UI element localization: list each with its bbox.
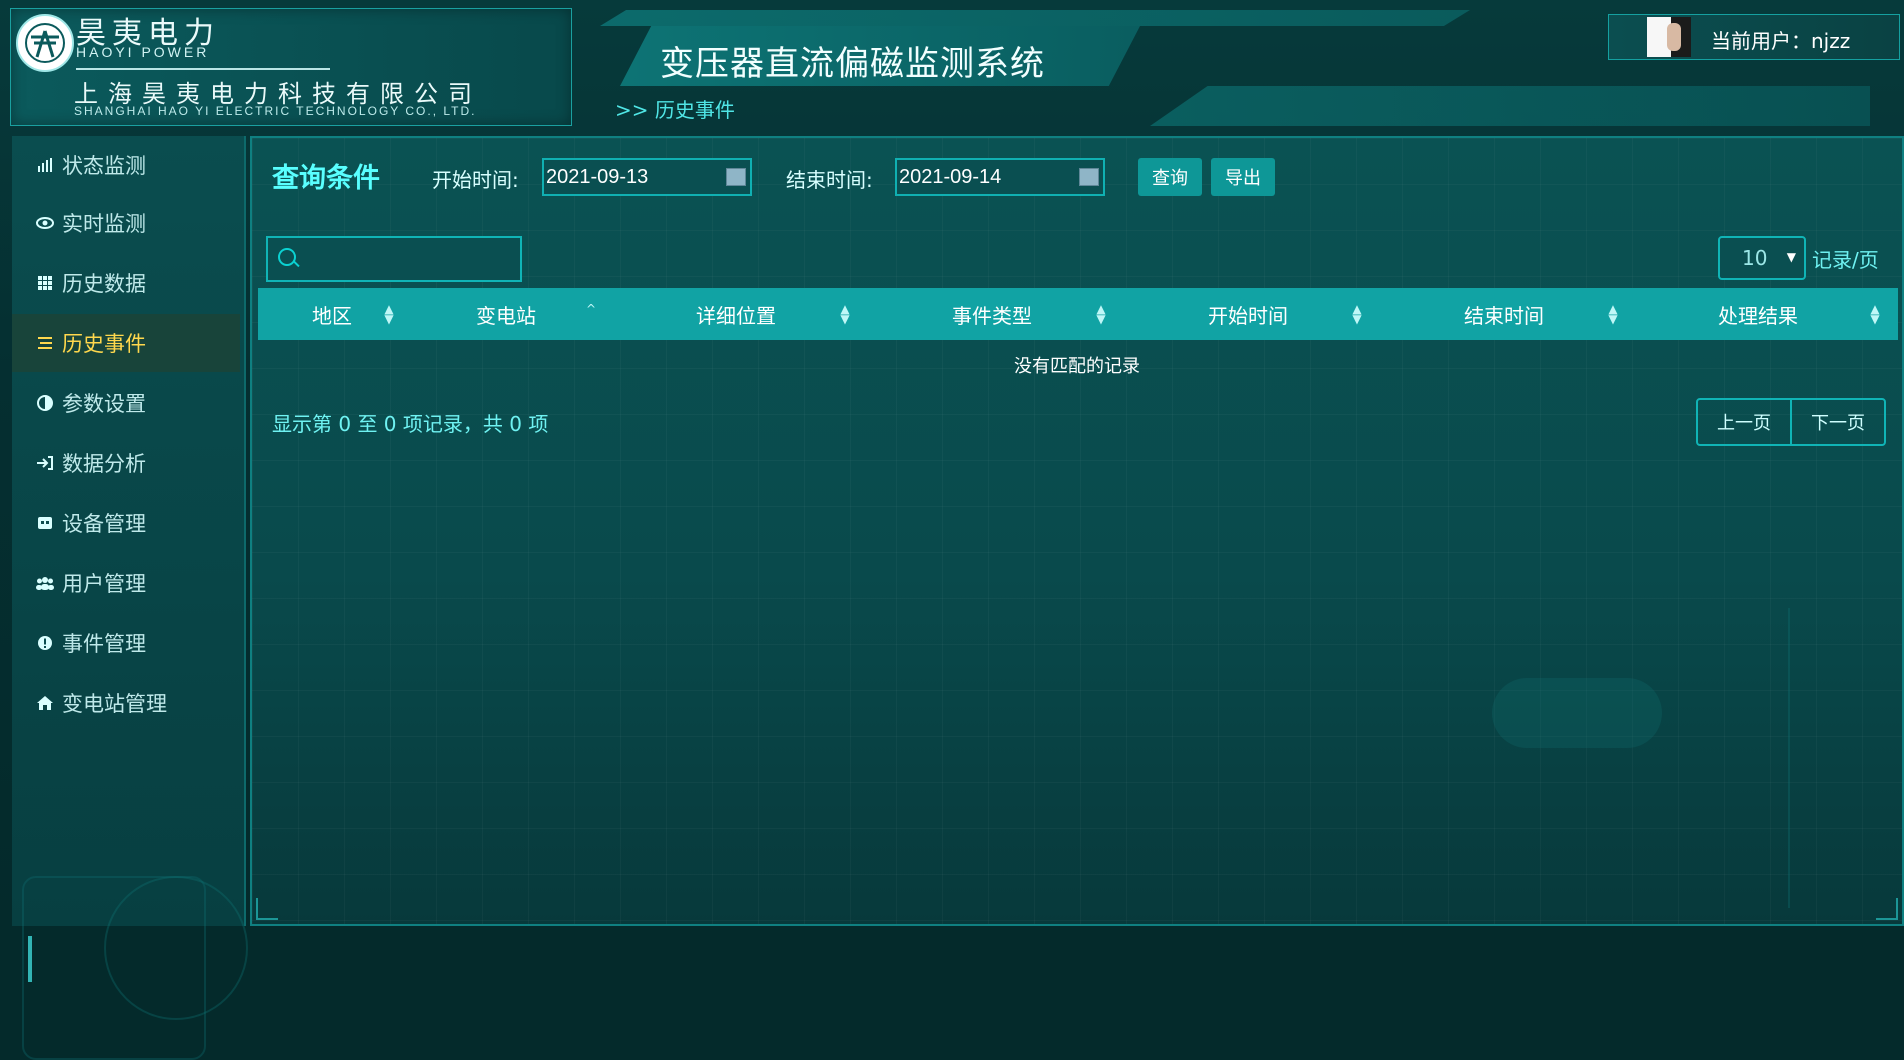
start-date-input[interactable]: 2021-09-13 bbox=[542, 158, 752, 196]
sort-both-icon[interactable]: ▲ ▼ bbox=[838, 303, 852, 325]
column-header-end-time[interactable]: 结束时间 bbox=[1464, 288, 1544, 340]
next-page-button[interactable]: 下一页 bbox=[1792, 400, 1884, 444]
start-time-label: 开始时间: bbox=[432, 168, 519, 192]
bar-chart-icon bbox=[36, 156, 54, 174]
column-header-location[interactable]: 详细位置 bbox=[696, 288, 776, 340]
column-header-substation[interactable]: 变电站 bbox=[476, 288, 536, 340]
main-panel: 查询条件 开始时间: 2021-09-13 结束时间: 2021-09-14 查… bbox=[250, 136, 1904, 926]
sidebar-item-user-management[interactable]: 用户管理 bbox=[12, 554, 240, 612]
sort-both-icon[interactable]: ▲ ▼ bbox=[1094, 303, 1108, 325]
sidebar-decoration-ring bbox=[104, 876, 248, 1020]
brand-divider bbox=[76, 68, 330, 70]
sidebar-item-substation-management[interactable]: 变电站管理 bbox=[12, 674, 240, 732]
column-header-start-time[interactable]: 开始时间 bbox=[1208, 288, 1288, 340]
header-decoration-stripe bbox=[600, 10, 1470, 26]
sidebar-item-label: 参数设置 bbox=[62, 392, 146, 416]
sort-both-icon[interactable]: ▲ ▼ bbox=[1606, 303, 1620, 325]
caret-down-icon: ▼ bbox=[1786, 250, 1796, 264]
sidebar-item-event-management[interactable]: 事件管理 bbox=[12, 614, 240, 672]
header: 昊夷电力 HAOYI POWER 上海昊夷电力科技有限公司 SHANGHAI H… bbox=[0, 0, 1904, 135]
pagination: 上一页 下一页 bbox=[1696, 398, 1886, 446]
column-header-region[interactable]: 地区 bbox=[312, 288, 352, 340]
company-name-en: SHANGHAI HAO YI ELECTRIC TECHNOLOGY CO.,… bbox=[74, 104, 477, 118]
brand-name-en: HAOYI POWER bbox=[76, 44, 210, 60]
export-button[interactable]: 导出 bbox=[1211, 158, 1275, 196]
header-decoration-stripe-lower bbox=[1150, 86, 1870, 126]
sidebar-item-label: 变电站管理 bbox=[62, 692, 167, 716]
column-header-label: 详细位置 bbox=[696, 303, 776, 328]
breadcrumb: >> 历史事件 bbox=[615, 98, 735, 122]
end-date-input[interactable]: 2021-09-14 bbox=[895, 158, 1105, 196]
column-header-label: 结束时间 bbox=[1464, 303, 1544, 328]
list-icon bbox=[36, 334, 54, 352]
eye-icon bbox=[36, 214, 54, 232]
page-size-value: 10 bbox=[1742, 246, 1768, 270]
sidebar-item-label: 状态监测 bbox=[62, 154, 146, 178]
calendar-icon[interactable] bbox=[1079, 168, 1099, 186]
sort-both-icon[interactable]: ▲ ▼ bbox=[1350, 303, 1364, 325]
calendar-icon[interactable] bbox=[726, 168, 746, 186]
corner-decoration bbox=[256, 898, 278, 920]
query-title: 查询条件 bbox=[272, 163, 380, 194]
table-header: 地区 ▲ ▼ 变电站 ^ 详细位置 ▲ ▼ 事件类型 ▲ ▼ 开始时间 ▲ ▼ 结束时间… bbox=[258, 288, 1898, 340]
corner-decoration bbox=[1876, 898, 1898, 920]
table-info-text: 显示第 0 至 0 项记录，共 0 项 bbox=[272, 412, 549, 436]
start-date-value: 2021-09-13 bbox=[546, 165, 649, 188]
column-header-event-type[interactable]: 事件类型 bbox=[952, 288, 1032, 340]
sidebar-item-label: 历史数据 bbox=[62, 272, 146, 296]
prev-page-button[interactable]: 上一页 bbox=[1698, 400, 1790, 444]
column-header-label: 事件类型 bbox=[952, 303, 1032, 328]
background-tower-decoration bbox=[1788, 608, 1904, 908]
sidebar-item-data-analysis[interactable]: 数据分析 bbox=[12, 434, 240, 492]
empty-table-message: 没有匹配的记录 bbox=[1014, 356, 1140, 377]
sidebar-item-label: 实时监测 bbox=[62, 212, 146, 236]
column-header-label: 地区 bbox=[312, 303, 352, 328]
sort-asc-icon[interactable]: ^ bbox=[584, 303, 598, 324]
column-header-label: 开始时间 bbox=[1208, 303, 1288, 328]
sidebar-item-label: 历史事件 bbox=[62, 332, 146, 356]
sidebar-item-device-management[interactable]: 设备管理 bbox=[12, 494, 240, 552]
end-date-value: 2021-09-14 bbox=[899, 165, 1002, 188]
query-button[interactable]: 查询 bbox=[1138, 158, 1202, 196]
sidebar-item-label: 事件管理 bbox=[62, 632, 146, 656]
sidebar-item-parameters[interactable]: 参数设置 bbox=[12, 374, 240, 432]
sign-in-icon bbox=[36, 454, 54, 472]
sidebar-item-history-data[interactable]: 历史数据 bbox=[12, 254, 240, 312]
sidebar-decoration-glow bbox=[28, 936, 32, 982]
current-user-label: 当前用户：njzz bbox=[1711, 29, 1851, 53]
home-icon bbox=[36, 694, 54, 712]
app-frame: 昊夷电力 HAOYI POWER 上海昊夷电力科技有限公司 SHANGHAI H… bbox=[0, 0, 1904, 1060]
device-icon bbox=[36, 514, 54, 532]
sidebar-item-label: 用户管理 bbox=[62, 572, 146, 596]
system-title: 变压器直流偏磁监测系统 bbox=[660, 44, 1045, 84]
background-cloud-decoration bbox=[1492, 678, 1662, 748]
column-header-result[interactable]: 处理结果 bbox=[1718, 288, 1798, 340]
page-size-select[interactable]: 10 ▼ bbox=[1718, 236, 1806, 280]
grid-icon bbox=[36, 274, 54, 292]
alert-icon bbox=[36, 634, 54, 652]
sidebar-item-history-events[interactable]: 历史事件 bbox=[12, 314, 240, 372]
avatar bbox=[1647, 17, 1691, 57]
sort-both-icon[interactable]: ▲ ▼ bbox=[1868, 303, 1882, 325]
current-user-box[interactable]: 当前用户：njzz bbox=[1608, 14, 1900, 60]
sort-both-icon[interactable]: ▲ ▼ bbox=[382, 303, 396, 325]
sidebar-item-label: 数据分析 bbox=[62, 452, 146, 476]
search-input[interactable] bbox=[266, 236, 522, 282]
column-header-label: 变电站 bbox=[476, 303, 536, 328]
contrast-icon bbox=[36, 394, 54, 412]
users-icon bbox=[36, 574, 54, 592]
sidebar: 状态监测 实时监测 历史数据 历史事件 参数设置 数据分析 设备管理 用户管理 … bbox=[12, 136, 248, 1060]
column-header-label: 处理结果 bbox=[1718, 303, 1798, 328]
company-logo-icon bbox=[16, 14, 74, 72]
search-icon bbox=[278, 248, 296, 266]
sidebar-item-realtime-monitor[interactable]: 实时监测 bbox=[12, 194, 240, 252]
end-time-label: 结束时间: bbox=[786, 168, 873, 192]
sidebar-item-label: 设备管理 bbox=[62, 512, 146, 536]
sidebar-item-status-monitor[interactable]: 状态监测 bbox=[12, 136, 240, 194]
page-size-label: 记录/页 bbox=[1812, 248, 1879, 272]
